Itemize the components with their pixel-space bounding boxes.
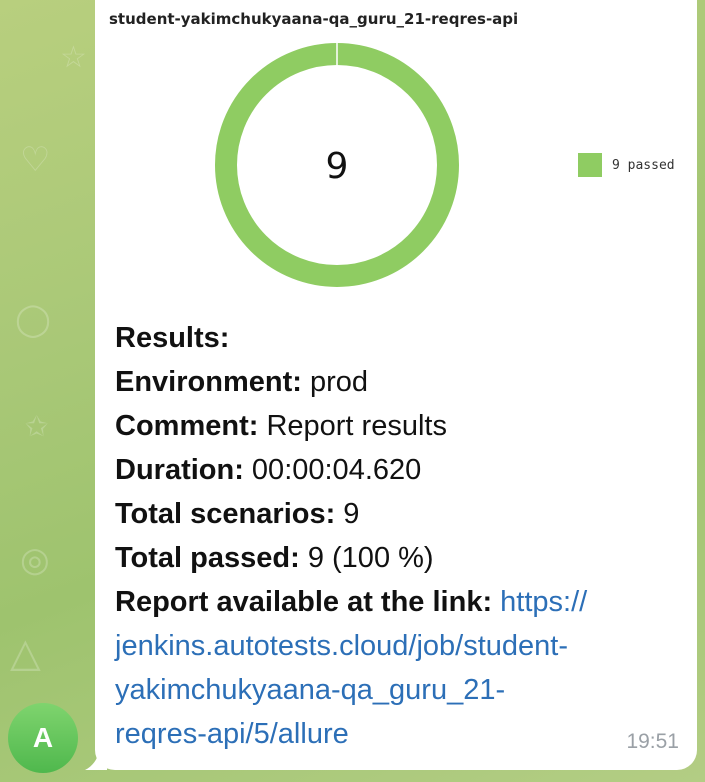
avatar-letter: A xyxy=(32,722,54,753)
duration-row: Duration: 00:00:04.620 xyxy=(115,448,685,492)
total-scenarios-value: 9 xyxy=(335,498,360,530)
donut-center-label: 9 xyxy=(326,146,349,187)
report-link-part-3[interactable]: yakimchukyaana-qa_guru_21- xyxy=(115,674,505,706)
results-heading: Results: xyxy=(115,322,230,354)
report-link-row-4: reqres-api/5/allure xyxy=(115,712,685,756)
chart-legend: 9 passed xyxy=(578,153,675,177)
comment-value: Report results xyxy=(258,410,447,442)
total-passed-value: 9 (100 %) xyxy=(299,542,434,574)
background-doodle-triangle: △ xyxy=(10,630,41,676)
results-text: Results: Environment: prod Comment: Repo… xyxy=(115,316,685,756)
report-link-part-2[interactable]: jenkins.autotests.cloud/job/student- xyxy=(115,630,568,662)
report-chart: student-yakimchukyaana-qa_guru_21-reqres… xyxy=(95,0,697,300)
environment-value: prod xyxy=(301,366,369,398)
comment-row: Comment: Report results xyxy=(115,404,685,448)
duration-label: Duration: xyxy=(115,454,244,486)
environment-row: Environment: prod xyxy=(115,360,685,404)
total-passed-row: Total passed: 9 (100 %) xyxy=(115,536,685,580)
total-scenarios-row: Total scenarios: 9 xyxy=(115,492,685,536)
total-passed-label: Total passed: xyxy=(115,542,300,574)
message-time: 19:51 xyxy=(626,730,679,753)
duration-value: 00:00:04.620 xyxy=(243,454,422,486)
background-doodle-circle-2: ◎ xyxy=(20,540,50,580)
total-scenarios-label: Total scenarios: xyxy=(115,498,336,530)
report-link-part-1[interactable]: https:// xyxy=(500,586,587,618)
background-doodle-star-2: ✩ xyxy=(25,410,49,443)
report-label: Report available at the link: xyxy=(115,586,493,618)
legend-label-passed: 9 passed xyxy=(612,157,675,173)
environment-label: Environment: xyxy=(115,366,302,398)
report-link-part-4[interactable]: reqres-api/5/allure xyxy=(115,718,349,750)
report-link-row-3: yakimchukyaana-qa_guru_21- xyxy=(115,668,685,712)
comment-label: Comment: xyxy=(115,410,259,442)
message-bubble: student-yakimchukyaana-qa_guru_21-reqres… xyxy=(95,0,697,770)
background-doodle-star: ☆ xyxy=(60,40,87,75)
bubble-tail xyxy=(85,742,107,770)
report-link-row-2: jenkins.autotests.cloud/job/student- xyxy=(115,624,685,668)
report-link-row: Report available at the link: https:// xyxy=(115,580,685,624)
donut-chart: 9 xyxy=(215,42,459,287)
background-doodle-circle: ◯ xyxy=(15,300,51,338)
sender-avatar[interactable]: A xyxy=(8,703,78,773)
legend-swatch-passed xyxy=(578,153,602,177)
background-doodle-heart: ♡ xyxy=(20,140,51,180)
